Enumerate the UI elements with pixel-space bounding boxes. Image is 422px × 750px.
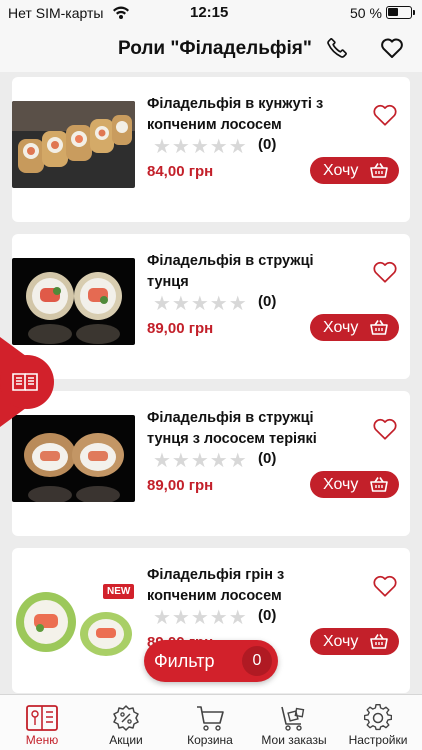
discount-badge-icon [84, 703, 168, 733]
product-price: 84,00 грн [147, 163, 214, 180]
tab-label: Меню [25, 733, 59, 747]
want-button-label: Хочу [323, 633, 359, 650]
want-button[interactable]: Хочу [310, 314, 399, 341]
product-price: 89,00 грн [147, 320, 214, 337]
rating-count: (0) [258, 607, 277, 624]
tab-label: Настройки [348, 733, 408, 747]
tab-promotions[interactable]: Акции [84, 703, 168, 747]
basket-icon [370, 163, 388, 178]
basket-icon [370, 320, 388, 335]
clock: 12:15 [190, 4, 229, 21]
product-card[interactable]: Філадельфія в стружці тунця ★★★★★ (0) 89… [12, 234, 410, 379]
product-name[interactable]: Філадельфія грін з копченим лососем [147, 565, 347, 607]
battery-percent: 50 % [350, 5, 382, 21]
basket-icon [370, 477, 388, 492]
want-button[interactable]: Хочу [310, 628, 399, 655]
product-image[interactable] [12, 415, 135, 502]
product-card[interactable]: Філадельфія в кунжуті з копченим лососем… [12, 77, 410, 222]
tab-label: Акции [109, 733, 143, 747]
battery-icon [386, 6, 415, 19]
product-name[interactable]: Філадельфія в стружці тунця з лососем те… [147, 408, 347, 450]
side-menu-tab[interactable] [0, 337, 56, 427]
tab-orders[interactable]: Мои заказы [252, 703, 336, 747]
page-title: Роли "Філадельфія" [118, 38, 312, 59]
basket-icon [370, 634, 388, 649]
favorite-heart-icon[interactable] [372, 103, 398, 132]
rating-stars[interactable]: ★★★★★ [153, 448, 248, 473]
filter-label: Фильтр [154, 651, 215, 671]
product-price: 89,00 грн [147, 477, 214, 494]
favorite-heart-icon[interactable] [372, 574, 398, 603]
want-button[interactable]: Хочу [310, 471, 399, 498]
rating-count: (0) [258, 450, 277, 467]
product-image[interactable] [12, 101, 135, 188]
favorite-heart-icon[interactable] [372, 260, 398, 289]
product-name[interactable]: Філадельфія в стружці тунця [147, 251, 347, 293]
rating-count: (0) [258, 293, 277, 310]
favorites-heart-icon[interactable] [380, 37, 404, 64]
wifi-icon [112, 4, 130, 23]
carrier-label: Нет SIM-карты [8, 5, 104, 21]
rating-stars[interactable]: ★★★★★ [153, 605, 248, 630]
product-image[interactable] [12, 258, 135, 345]
want-button-label: Хочу [323, 162, 359, 179]
rating-count: (0) [258, 136, 277, 153]
rating-stars[interactable]: ★★★★★ [153, 134, 248, 159]
status-bar: Нет SIM-карты 12:15 50 % [0, 0, 422, 26]
favorite-heart-icon[interactable] [372, 417, 398, 446]
product-card[interactable]: Філадельфія в стружці тунця з лососем те… [12, 391, 410, 536]
tab-menu[interactable]: Меню [0, 703, 84, 747]
gear-icon [336, 703, 420, 733]
want-button-label: Хочу [323, 319, 359, 336]
new-badge: NEW [103, 584, 135, 599]
phone-icon[interactable] [326, 37, 348, 64]
filter-button[interactable]: Фильтр 0 [144, 640, 278, 682]
want-button[interactable]: Хочу [310, 157, 399, 184]
tab-settings[interactable]: Настройки [336, 703, 420, 747]
want-button-label: Хочу [323, 476, 359, 493]
tab-bar: Меню Акции Корзина Мои заказы Настройки [0, 694, 422, 750]
tab-label: Корзина [187, 733, 233, 747]
tab-cart[interactable]: Корзина [168, 703, 252, 747]
rating-stars[interactable]: ★★★★★ [153, 291, 248, 316]
product-name[interactable]: Філадельфія в кунжуті з копченим лососем [147, 94, 347, 136]
menu-book-icon [0, 703, 84, 733]
filter-count: 0 [242, 646, 272, 676]
orders-cart-icon [252, 703, 336, 733]
tab-label: Мои заказы [261, 733, 327, 747]
cart-icon [168, 703, 252, 733]
header: Роли "Філадельфія" [0, 26, 422, 72]
